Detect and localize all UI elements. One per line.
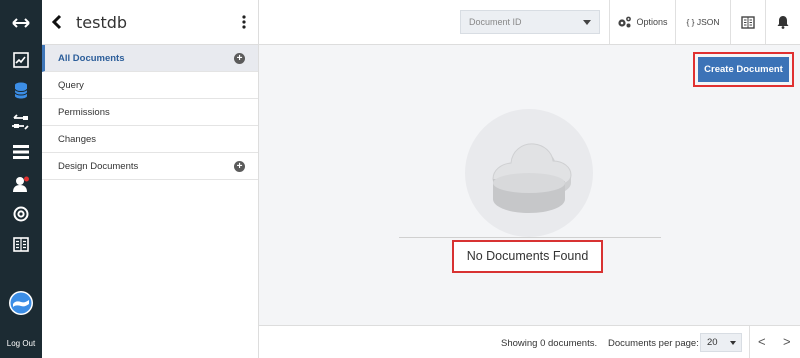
caret-down-icon (583, 20, 591, 25)
sidebar-item-label: All Documents (58, 52, 125, 64)
setup-icon[interactable] (0, 138, 42, 166)
next-page-button[interactable]: > (783, 334, 791, 349)
logout-link[interactable]: Log Out (0, 339, 42, 348)
options-button[interactable]: Options (610, 0, 675, 44)
database-name: testdb (76, 12, 128, 32)
per-page-select[interactable]: 20 (700, 333, 742, 352)
cloud-database-icon (492, 143, 572, 213)
database-icon[interactable] (0, 76, 42, 104)
add-icon[interactable]: + (234, 53, 245, 64)
sidebar-item-label: Changes (58, 133, 97, 145)
add-icon[interactable]: + (234, 161, 245, 172)
create-document-button[interactable]: Create Document (698, 57, 789, 82)
sidebar-item-query[interactable]: Query (42, 72, 258, 99)
previous-page-button[interactable]: < (758, 334, 766, 349)
sidebar-item-label: Query (58, 79, 84, 91)
sidebar-item-changes[interactable]: Changes (42, 126, 258, 153)
top-toolbar: Document ID Options { } JSON (259, 0, 800, 45)
back-button[interactable] (42, 0, 72, 45)
replication-icon[interactable] (0, 108, 42, 136)
empty-state-illustration (465, 109, 593, 237)
couchdb-logo-icon (0, 288, 42, 318)
document-id-select[interactable]: Document ID (460, 10, 600, 34)
sidebar-item-design-documents[interactable]: Design Documents + (42, 153, 258, 180)
documents-main: Create Document No Documents Found (259, 45, 800, 325)
api-docs-button[interactable] (731, 0, 765, 44)
support-icon[interactable] (0, 200, 42, 228)
highlight-box: Create Document (693, 52, 794, 87)
per-page-value: 20 (707, 337, 718, 348)
caret-down-icon (730, 341, 736, 345)
gears-icon (618, 16, 632, 28)
activity-chart-icon[interactable] (0, 46, 42, 74)
nav-rail: Log Out (0, 0, 42, 358)
pagination-footer: Showing 0 documents. Documents per page:… (259, 325, 800, 358)
empty-state-message: No Documents Found (466, 249, 589, 263)
divider (749, 326, 750, 358)
divider (399, 237, 661, 238)
expand-arrows-icon[interactable] (0, 9, 42, 37)
database-sidebar: All Documents + Query Permissions Change… (42, 45, 259, 358)
chevron-left-icon (52, 14, 62, 30)
document-id-placeholder: Document ID (469, 17, 522, 27)
highlight-box: No Documents Found (452, 240, 603, 273)
kebab-menu-icon (242, 15, 246, 29)
user-icon[interactable] (0, 170, 42, 198)
database-header: testdb (42, 0, 259, 45)
sidebar-item-permissions[interactable]: Permissions (42, 99, 258, 126)
notifications-button[interactable] (766, 0, 800, 44)
options-label: Options (636, 17, 668, 27)
sidebar-item-label: Permissions (58, 106, 110, 118)
sidebar-item-all-documents[interactable]: All Documents + (42, 45, 258, 72)
documentation-icon[interactable] (0, 230, 42, 258)
sidebar-item-label: Design Documents (58, 160, 139, 172)
showing-count: Showing 0 documents. (501, 338, 598, 349)
json-button[interactable]: { } JSON (676, 0, 730, 44)
bell-icon (777, 16, 789, 29)
per-page-label: Documents per page: (608, 338, 699, 349)
book-icon (741, 15, 755, 29)
json-label: { } JSON (686, 17, 720, 27)
database-actions-button[interactable] (230, 0, 258, 45)
